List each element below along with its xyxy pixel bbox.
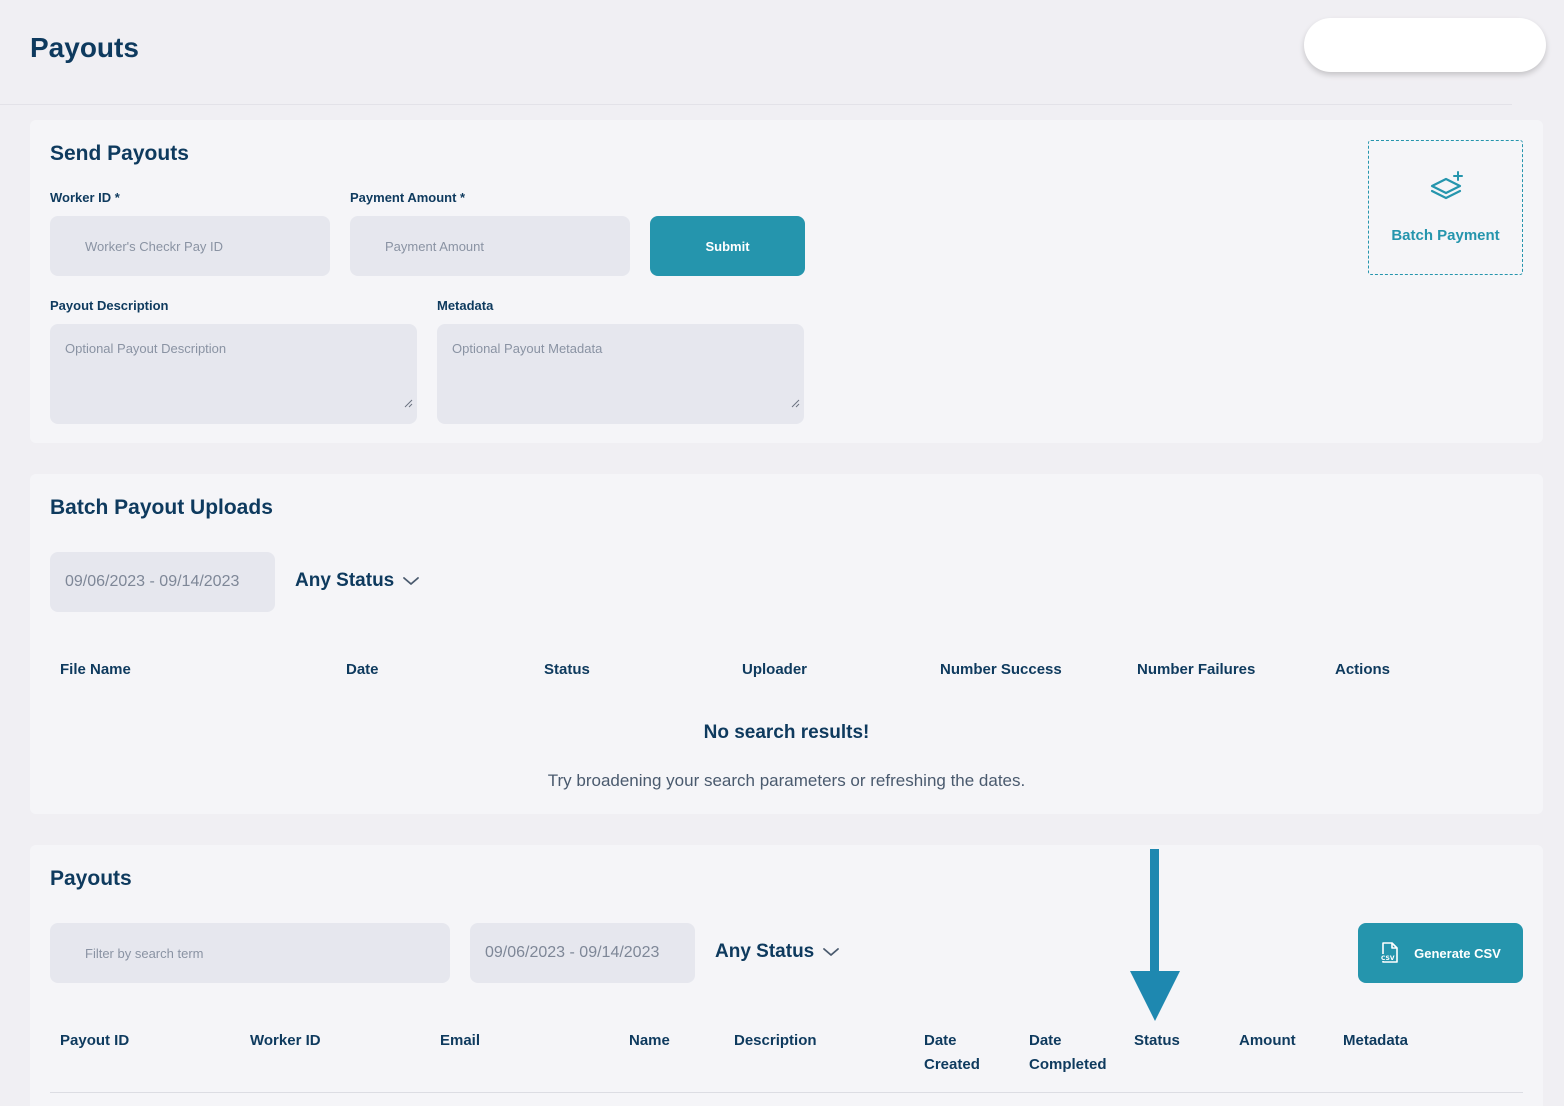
payouts-status-dropdown[interactable]: Any Status — [715, 941, 840, 963]
column-header[interactable]: Uploader — [742, 658, 807, 682]
table-divider — [50, 1092, 1523, 1093]
column-header[interactable]: Number Failures — [1137, 658, 1255, 682]
column-header[interactable]: Number Success — [940, 658, 1062, 682]
column-header[interactable]: Description — [734, 1029, 817, 1053]
payouts-card: Payouts Filter by search term 09/06/2023… — [30, 845, 1543, 1106]
batch-payment-button[interactable]: Batch Payment — [1368, 140, 1523, 275]
column-header[interactable]: Date Created — [924, 1029, 980, 1077]
column-header[interactable]: Status — [1134, 1029, 1180, 1053]
payouts-title: Payouts — [50, 867, 132, 890]
page-title: Payouts — [30, 32, 139, 63]
send-payouts-title: Send Payouts — [50, 142, 189, 165]
send-payouts-card: Send Payouts Worker ID * Worker's Checkr… — [30, 120, 1543, 443]
generate-csv-label: Generate CSV — [1414, 945, 1501, 961]
payment-amount-input[interactable]: Payment Amount — [350, 216, 630, 276]
worker-id-input[interactable]: Worker's Checkr Pay ID — [50, 216, 330, 276]
column-header[interactable]: Amount — [1239, 1029, 1296, 1053]
resize-grip-icon[interactable] — [791, 399, 800, 408]
payout-description-label: Payout Description — [50, 298, 169, 313]
payment-amount-label: Payment Amount * — [350, 190, 466, 205]
metadata-label: Metadata — [437, 298, 494, 313]
batch-status-value: Any Status — [295, 570, 395, 591]
resize-grip-icon[interactable] — [404, 399, 413, 408]
column-header[interactable]: Date — [346, 658, 379, 682]
payouts-date-range-value: 09/06/2023 - 09/14/2023 — [485, 944, 660, 961]
column-header[interactable]: Name — [629, 1029, 670, 1053]
csv-file-icon: CSV — [1380, 942, 1398, 963]
batch-date-range-input[interactable]: 09/06/2023 - 09/14/2023 — [50, 552, 275, 612]
payout-description-textarea[interactable]: Optional Payout Description — [50, 324, 417, 424]
payment-amount-placeholder: Payment Amount — [385, 238, 484, 254]
metadata-textarea[interactable]: Optional Payout Metadata — [437, 324, 804, 424]
column-header[interactable]: Payout ID — [60, 1029, 129, 1053]
search-placeholder: Filter by search term — [85, 945, 204, 961]
column-header[interactable]: Worker ID — [250, 1029, 321, 1053]
batch-uploads-title: Batch Payout Uploads — [50, 496, 273, 519]
arrow-down-icon — [1130, 849, 1180, 1021]
batch-payment-label: Batch Payment — [1391, 227, 1500, 244]
batch-uploads-card: Batch Payout Uploads 09/06/2023 - 09/14/… — [30, 474, 1543, 814]
account-menu-button[interactable] — [1304, 18, 1546, 72]
empty-state-subtitle: Try broadening your search parameters or… — [547, 771, 1026, 790]
layers-plus-icon — [1430, 171, 1463, 200]
column-header[interactable]: File Name — [60, 658, 131, 682]
column-header[interactable]: Date Completed — [1029, 1029, 1107, 1077]
header-divider — [0, 104, 1512, 105]
column-header[interactable]: Metadata — [1343, 1029, 1408, 1053]
search-input[interactable]: Filter by search term — [50, 923, 450, 983]
batch-date-range-value: 09/06/2023 - 09/14/2023 — [65, 573, 240, 590]
worker-id-label: Worker ID * — [50, 190, 120, 205]
payout-description-placeholder: Optional Payout Description — [65, 341, 227, 356]
batch-status-dropdown[interactable]: Any Status — [295, 570, 420, 592]
column-header[interactable]: Status — [544, 658, 590, 682]
column-header[interactable]: Email — [440, 1029, 480, 1053]
chevron-down-icon — [823, 948, 840, 956]
payouts-status-value: Any Status — [715, 941, 815, 962]
generate-csv-button[interactable]: CSV Generate CSV — [1358, 923, 1523, 983]
payouts-date-range-input[interactable]: 09/06/2023 - 09/14/2023 — [470, 923, 695, 983]
submit-button[interactable]: Submit — [650, 216, 805, 276]
worker-id-placeholder: Worker's Checkr Pay ID — [85, 238, 224, 254]
svg-text:CSV: CSV — [1381, 955, 1395, 962]
column-header[interactable]: Actions — [1335, 658, 1390, 682]
chevron-down-icon — [403, 577, 420, 585]
metadata-placeholder: Optional Payout Metadata — [452, 341, 603, 356]
empty-state-title: No search results! — [703, 722, 870, 743]
